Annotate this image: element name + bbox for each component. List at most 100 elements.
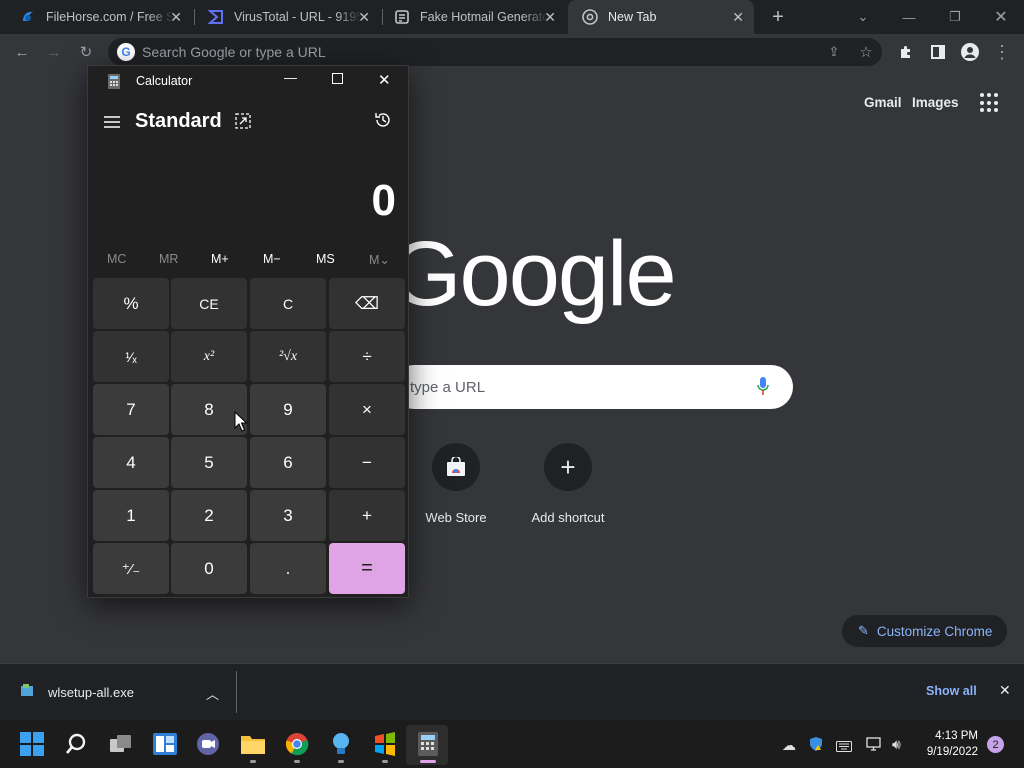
memory-recall-button[interactable]: MR [159, 252, 178, 266]
tab-virustotal[interactable]: VirusTotal - URL - 9195 ✕ [194, 0, 380, 34]
close-tab-icon[interactable]: ✕ [170, 9, 182, 26]
memory-store-button[interactable]: MS [316, 252, 335, 266]
running-indicator [250, 760, 256, 763]
restore-icon[interactable]: ❐ [932, 0, 978, 34]
memory-clear-button[interactable]: MC [107, 252, 126, 266]
gmail-link[interactable]: Gmail [864, 95, 902, 110]
digit-7-button[interactable]: 7 [93, 384, 169, 435]
calculator-taskbar-icon[interactable] [413, 728, 443, 760]
bookmark-star-icon[interactable]: ☆ [852, 34, 880, 70]
history-icon[interactable] [374, 111, 392, 134]
running-indicator [338, 760, 344, 763]
calculator-display: 0 [371, 176, 396, 225]
close-tab-icon[interactable]: ✕ [358, 9, 370, 26]
search-icon[interactable] [61, 728, 91, 760]
voice-search-mic-icon[interactable] [757, 376, 769, 398]
digit-4-button[interactable]: 4 [93, 437, 169, 488]
square-root-button[interactable]: ²√x [250, 331, 326, 382]
digit-2-button[interactable]: 2 [171, 490, 247, 541]
hamburger-menu-icon[interactable] [104, 115, 120, 133]
digit-3-button[interactable]: 3 [250, 490, 326, 541]
digit-6-button[interactable]: 6 [250, 437, 326, 488]
show-all-link[interactable]: Show all [926, 684, 977, 698]
percent-button[interactable]: % [93, 278, 169, 329]
ntp-search-placeholder: type a URL [410, 379, 486, 396]
notification-badge[interactable]: 2 [987, 736, 1004, 753]
close-tab-icon[interactable]: ✕ [544, 9, 556, 26]
calc-close-icon[interactable]: ✕ [378, 71, 391, 89]
memory-subtract-button[interactable]: M− [263, 252, 281, 266]
tab-new-tab[interactable]: New Tab ✕ [568, 0, 754, 34]
decimal-button[interactable]: . [250, 543, 326, 594]
multiply-button[interactable]: × [329, 384, 405, 435]
shortcut-label: Web Store [425, 510, 487, 525]
backspace-button[interactable]: ⌫ [329, 278, 405, 329]
tab-title: FileHorse.com / Free Software Download [46, 10, 174, 24]
download-filename[interactable]: wlsetup-all.exe [48, 685, 134, 700]
forward-icon[interactable]: → [40, 34, 68, 70]
close-window-icon[interactable]: ✕ [978, 0, 1024, 34]
close-tab-icon[interactable]: ✕ [732, 9, 744, 26]
close-shelf-icon[interactable]: ✕ [999, 682, 1011, 699]
defender-shield-icon[interactable] [808, 736, 824, 757]
share-icon[interactable]: ⇪ [820, 34, 848, 70]
omnibox-placeholder: Search Google or type a URL [142, 44, 326, 60]
minus-button[interactable]: − [329, 437, 405, 488]
clear-entry-button[interactable]: CE [171, 278, 247, 329]
mouse-cursor-icon [234, 410, 248, 437]
digit-0-button[interactable]: 0 [171, 543, 247, 594]
negate-button[interactable]: ⁺⁄₋ [93, 543, 169, 594]
windows-flag-app-icon[interactable] [370, 728, 400, 760]
new-tab-plus-icon[interactable]: + [766, 5, 790, 29]
square-button[interactable]: x² [171, 331, 247, 382]
images-link[interactable]: Images [912, 95, 959, 110]
side-panel-icon[interactable] [924, 34, 952, 70]
download-chevron-up-icon[interactable]: ︿ [206, 684, 219, 703]
tips-lightbulb-icon[interactable] [326, 728, 356, 760]
volume-icon[interactable]: 🔊︎ [892, 736, 901, 753]
teams-chat-icon[interactable] [193, 728, 223, 760]
keep-on-top-icon[interactable] [235, 113, 251, 134]
customize-chrome-button[interactable]: ✎ Customize Chrome [842, 615, 1007, 647]
plus-button[interactable]: + [329, 490, 405, 541]
calc-maximize-icon[interactable] [332, 73, 343, 84]
memory-list-button[interactable]: M⌄ [369, 252, 390, 267]
keyboard-icon[interactable] [836, 739, 852, 757]
network-icon[interactable] [866, 736, 884, 757]
onedrive-offline-icon[interactable]: ☁ [782, 737, 796, 754]
shortcut-add[interactable]: + Add shortcut [512, 443, 624, 525]
shelf-divider [236, 671, 237, 713]
kebab-menu-icon[interactable]: ⋮ [988, 34, 1016, 70]
tab-title: Fake Hotmail Generator [420, 10, 548, 24]
tab-fake-hotmail[interactable]: Fake Hotmail Generator ✕ [380, 0, 566, 34]
profile-avatar-icon[interactable] [956, 34, 984, 70]
divide-button[interactable]: ÷ [329, 331, 405, 382]
tab-search-chevron-icon[interactable]: ⌄ [840, 0, 886, 34]
memory-add-button[interactable]: M+ [211, 252, 229, 266]
calculator-title: Calculator [136, 74, 193, 88]
digit-1-button[interactable]: 1 [93, 490, 169, 541]
clock-date[interactable]: 9/19/2022 [912, 746, 978, 758]
digit-9-button[interactable]: 9 [250, 384, 326, 435]
equals-button[interactable]: = [329, 543, 405, 594]
running-indicator [382, 760, 388, 763]
back-icon[interactable]: ← [8, 34, 36, 70]
tab-filehorse[interactable]: FileHorse.com / Free Software Download ✕ [6, 0, 192, 34]
minimize-icon[interactable]: — [886, 0, 932, 34]
widgets-icon[interactable] [150, 728, 180, 760]
extensions-puzzle-icon[interactable] [892, 34, 920, 70]
clear-button[interactable]: C [250, 278, 326, 329]
calc-minimize-icon[interactable]: — [284, 70, 297, 85]
file-explorer-icon[interactable] [238, 728, 268, 760]
clock-time[interactable]: 4:13 PM [922, 730, 978, 742]
calculator-mode: Standard [135, 110, 222, 132]
digit-5-button[interactable]: 5 [171, 437, 247, 488]
windows-start-icon[interactable] [17, 728, 47, 760]
task-view-icon[interactable] [106, 728, 136, 760]
google-apps-grid-icon[interactable] [980, 93, 1000, 113]
virustotal-icon [208, 9, 224, 25]
tab-title: VirusTotal - URL - 9195 [234, 10, 362, 24]
reciprocal-button[interactable]: ¹⁄ₓ [93, 331, 169, 382]
shortcut-web-store[interactable]: Web Store [400, 443, 512, 525]
chrome-taskbar-icon[interactable] [282, 728, 312, 760]
